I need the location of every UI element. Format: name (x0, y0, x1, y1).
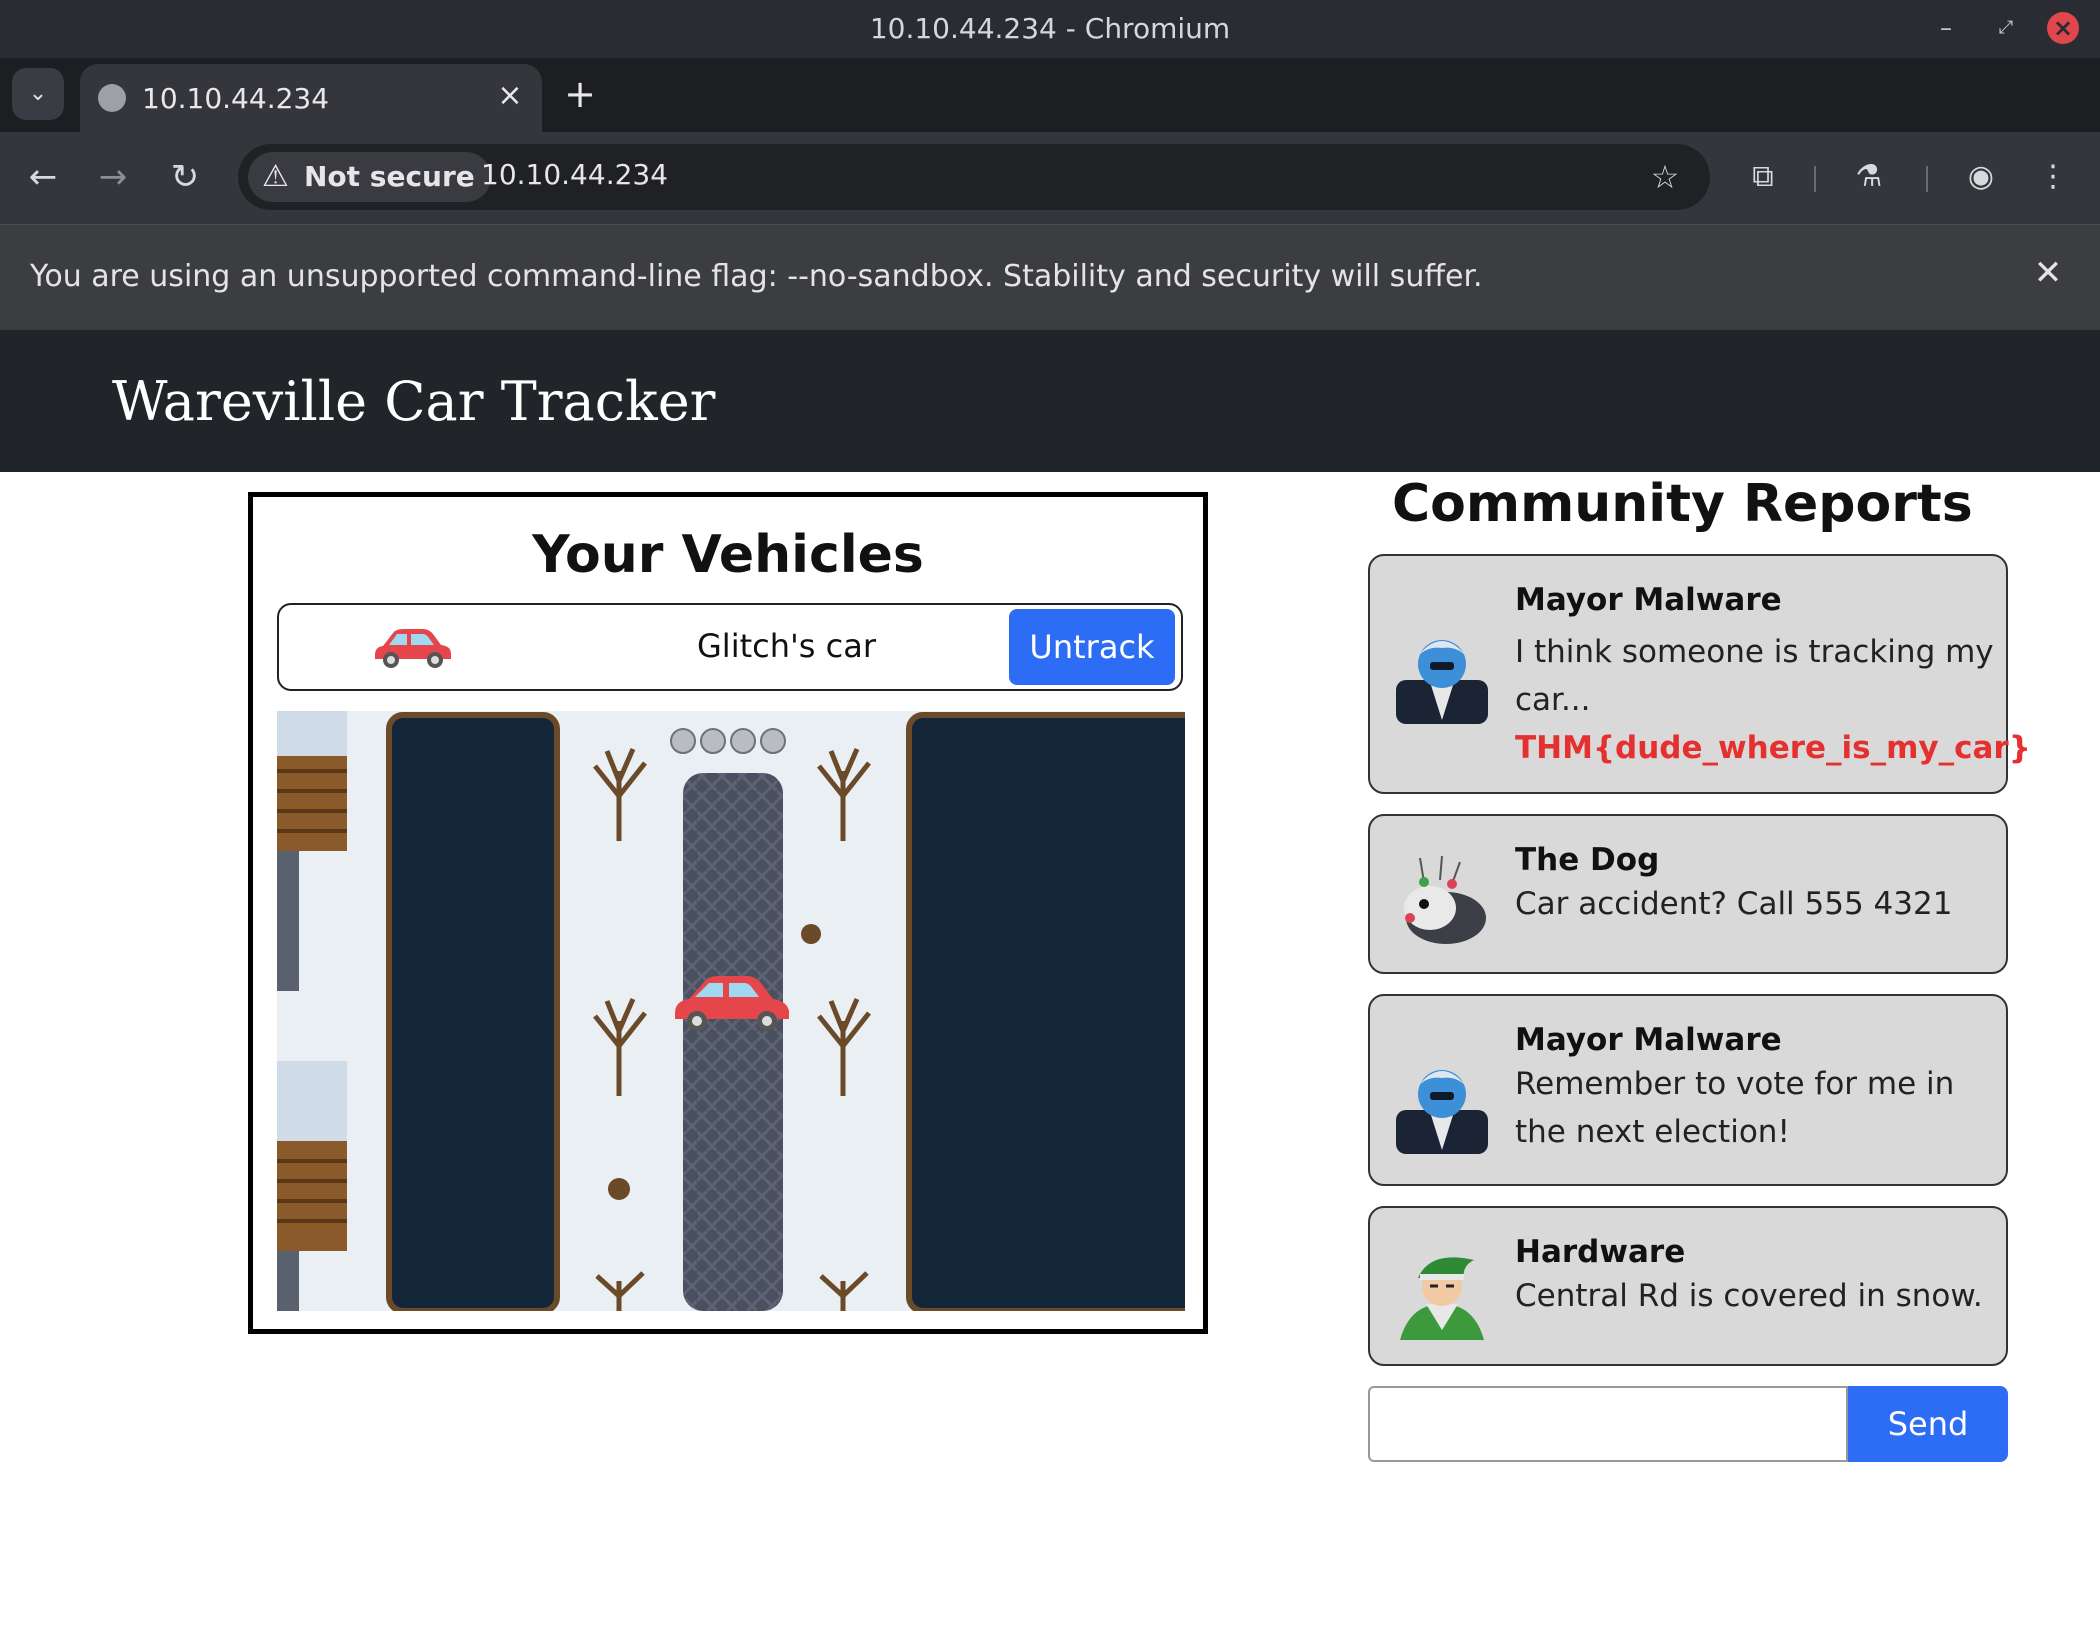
report-text: Car accident? Call 555 4321 (1515, 886, 1953, 922)
window-titlebar: 10.10.44.234 - Chromium – ⤢ × (0, 0, 2100, 58)
report-card: Mayor Malware I think someone is trackin… (1368, 554, 2031, 794)
report-card: Mayor Malware Remember to vote for me in… (1368, 994, 2008, 1186)
report-input[interactable] (1368, 1386, 1848, 1462)
dog-avatar (1404, 855, 1486, 944)
kebab-menu-icon[interactable]: ⋮ (2030, 154, 2076, 200)
tab-close-icon[interactable]: × (492, 78, 528, 114)
report-author: Hardware (1515, 1234, 1686, 1270)
report-card: The Dog Car accident? Call 555 4321 (1368, 814, 2008, 974)
forward-arrow-icon[interactable]: → (90, 154, 136, 200)
mayor-malware-avatar (1396, 1070, 1488, 1154)
reload-icon[interactable]: ↻ (162, 154, 208, 200)
sandbox-warning-infobar: You are using an unsupported command-lin… (0, 224, 2100, 330)
profile-icon[interactable]: ◉ (1958, 154, 2004, 200)
report-text: Central Rd is covered in snow. (1515, 1278, 1983, 1314)
toolbar-divider (1814, 166, 1816, 192)
toolbar-divider (1926, 166, 1928, 192)
report-author: Mayor Malware (1515, 1022, 1782, 1058)
tab-active[interactable]: 10.10.44.234 × (80, 64, 542, 132)
wall-strip (277, 851, 299, 991)
site-header: Wareville Car Tracker (0, 330, 2100, 472)
dirt-patch (801, 924, 821, 944)
extensions-puzzle-icon[interactable]: ⧉ (1740, 154, 1786, 200)
vehicles-panel: Your Vehicles Glitch's car Untrack (248, 492, 1208, 1334)
vehicle-name: Glitch's car (697, 627, 876, 665)
cabin-left-top (277, 711, 347, 851)
report-card: Hardware Central Rd is covered in snow. (1368, 1206, 2008, 1366)
browser-toolbar: ← → ↻ ⚠ Not secure 10.10.44.234 ☆ ⧉ ⚗ ◉ … (0, 132, 2100, 224)
tab-strip: ⌄ 10.10.44.234 × + (0, 58, 2100, 132)
report-text: Remember to vote for me in the next elec… (1515, 1066, 1955, 1150)
tab-search-button[interactable]: ⌄ (12, 68, 64, 120)
mayor-malware-avatar (1396, 640, 1488, 724)
security-chip[interactable]: ⚠ Not secure (248, 152, 491, 202)
globe-icon (98, 84, 126, 112)
car-icon (375, 629, 451, 668)
send-button[interactable]: Send (1848, 1386, 2008, 1462)
vehicles-heading: Your Vehicles (532, 525, 924, 585)
infobar-message: You are using an unsupported command-lin… (30, 259, 1483, 294)
bookmark-star-icon[interactable]: ☆ (1642, 154, 1688, 200)
address-bar[interactable]: ⚠ Not secure 10.10.44.234 ☆ (238, 144, 1710, 210)
tab-title: 10.10.44.234 (142, 82, 330, 115)
elf-avatar (1400, 1257, 1484, 1340)
wall-strip (277, 1251, 299, 1311)
back-arrow-icon[interactable]: ← (20, 154, 66, 200)
report-author: The Dog (1515, 842, 1660, 878)
reports-heading: Community Reports (1392, 474, 1973, 534)
dirt-patch (608, 1178, 630, 1200)
new-tab-icon[interactable]: + (560, 74, 600, 114)
report-flag: THM{dude_where_is_my_car} (1515, 730, 2031, 766)
water-channel-right (906, 712, 1185, 1311)
road (683, 773, 783, 1311)
tracking-map[interactable] (277, 711, 1185, 1311)
labs-flask-icon[interactable]: ⚗ (1846, 154, 1892, 200)
vehicle-row: Glitch's car Untrack (277, 603, 1183, 691)
window-title: 10.10.44.234 - Chromium (869, 12, 1231, 45)
report-text: I think someone is tracking my car... (1515, 634, 1994, 718)
infobar-close-icon[interactable]: ✕ (2026, 251, 2070, 295)
minimize-icon[interactable]: – (1930, 12, 1962, 44)
security-label: Not secure (304, 160, 475, 193)
url-text[interactable]: 10.10.44.234 (481, 158, 668, 191)
water-channel-left (386, 712, 560, 1311)
report-author: Mayor Malware (1515, 582, 1782, 618)
warning-triangle-icon: ⚠ (262, 159, 289, 194)
untrack-button[interactable]: Untrack (1009, 609, 1175, 685)
site-brand[interactable]: Wareville Car Tracker (112, 370, 715, 433)
cabin-left-bottom (277, 1061, 347, 1251)
maximize-icon[interactable]: ⤢ (1990, 12, 2022, 44)
close-window-icon[interactable]: × (2047, 12, 2079, 44)
map-canvas (277, 711, 1185, 1311)
